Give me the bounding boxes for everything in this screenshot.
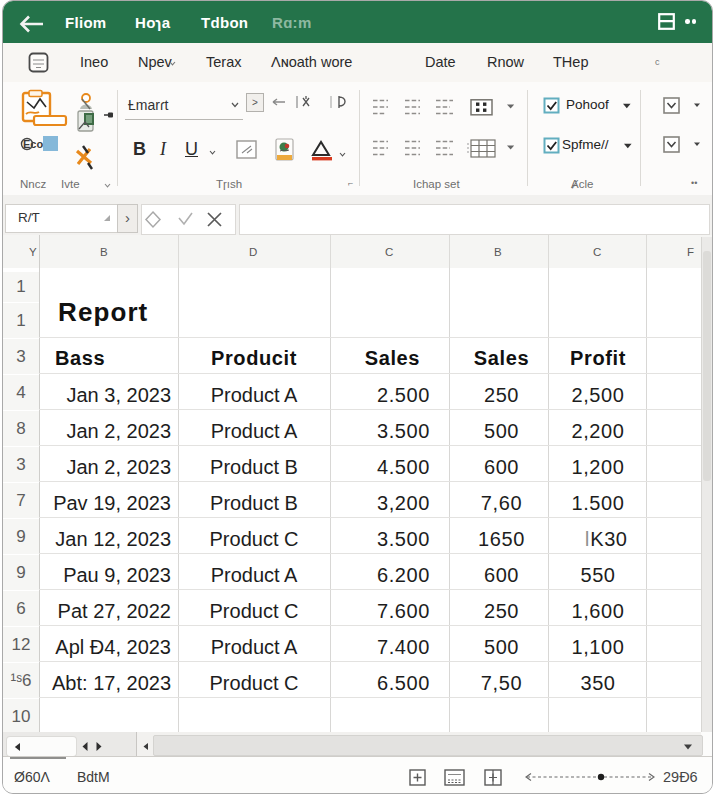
svg-text:Eco: Eco: [23, 138, 43, 150]
